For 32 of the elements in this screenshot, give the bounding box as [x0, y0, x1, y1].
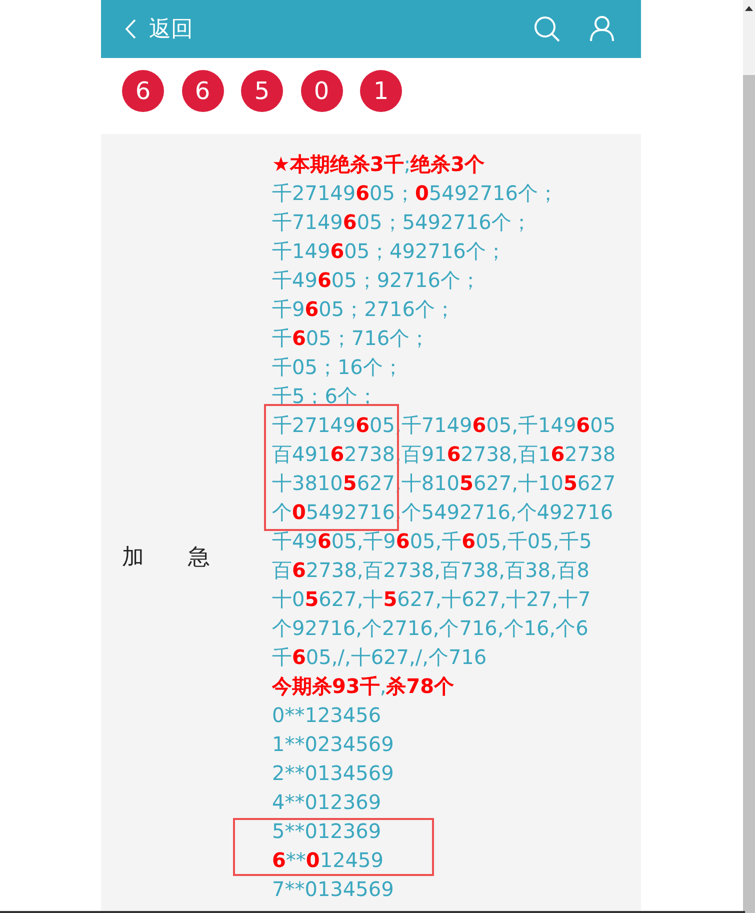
- prediction-line: 千49605；92716个；: [272, 267, 482, 294]
- row-label: 加 急: [122, 544, 210, 572]
- lottery-ball: 5: [241, 70, 283, 112]
- prediction-line: 千149605；492716个；: [272, 238, 507, 265]
- prediction-line: 千9605；2716个；: [272, 296, 456, 323]
- arrow-up-icon[interactable]: [745, 6, 753, 11]
- prediction-line: 1**0234569: [272, 731, 395, 758]
- prediction-line: 6**012459: [272, 847, 384, 874]
- chevron-left-icon: [125, 19, 136, 39]
- prediction-line: 今期杀93千,杀78个: [272, 673, 456, 700]
- lottery-ball: 6: [122, 70, 164, 112]
- prediction-line: 5**012369: [272, 818, 382, 845]
- prediction-line: 个92716,个2716,个716,个16,个6: [272, 615, 590, 642]
- prediction-line: 千7149605；5492716个；: [272, 209, 532, 236]
- prediction-line: 2**0134569: [272, 760, 395, 787]
- prediction-line: 7**0134569: [272, 876, 395, 903]
- prediction-line: ★本期绝杀3千;绝杀3个: [272, 151, 486, 178]
- lottery-ball: 0: [300, 70, 342, 112]
- prediction-line: 千05；16个；: [272, 354, 404, 381]
- lottery-ball: 6: [182, 70, 224, 112]
- prediction-line: 千27149605；05492716个；: [272, 180, 559, 207]
- prediction-line: 百62738,百2738,百738,百38,百8: [272, 557, 590, 584]
- prediction-line: 十05627,十5627,十627,十27,十7: [272, 586, 592, 613]
- prediction-line: 千605；716个；: [272, 325, 431, 352]
- prediction-line: 千605,/,十627,/,个716: [272, 644, 488, 671]
- user-icon[interactable]: [590, 16, 614, 42]
- lottery-ball: 1: [360, 70, 402, 112]
- prediction-line: 千49605,千9605,千605,千05,千5: [272, 528, 593, 555]
- prediction-line: 0**123456: [272, 702, 382, 729]
- back-button[interactable]: 返回: [101, 9, 193, 49]
- prediction-line: 4**012369: [272, 789, 382, 816]
- search-icon[interactable]: [534, 16, 560, 42]
